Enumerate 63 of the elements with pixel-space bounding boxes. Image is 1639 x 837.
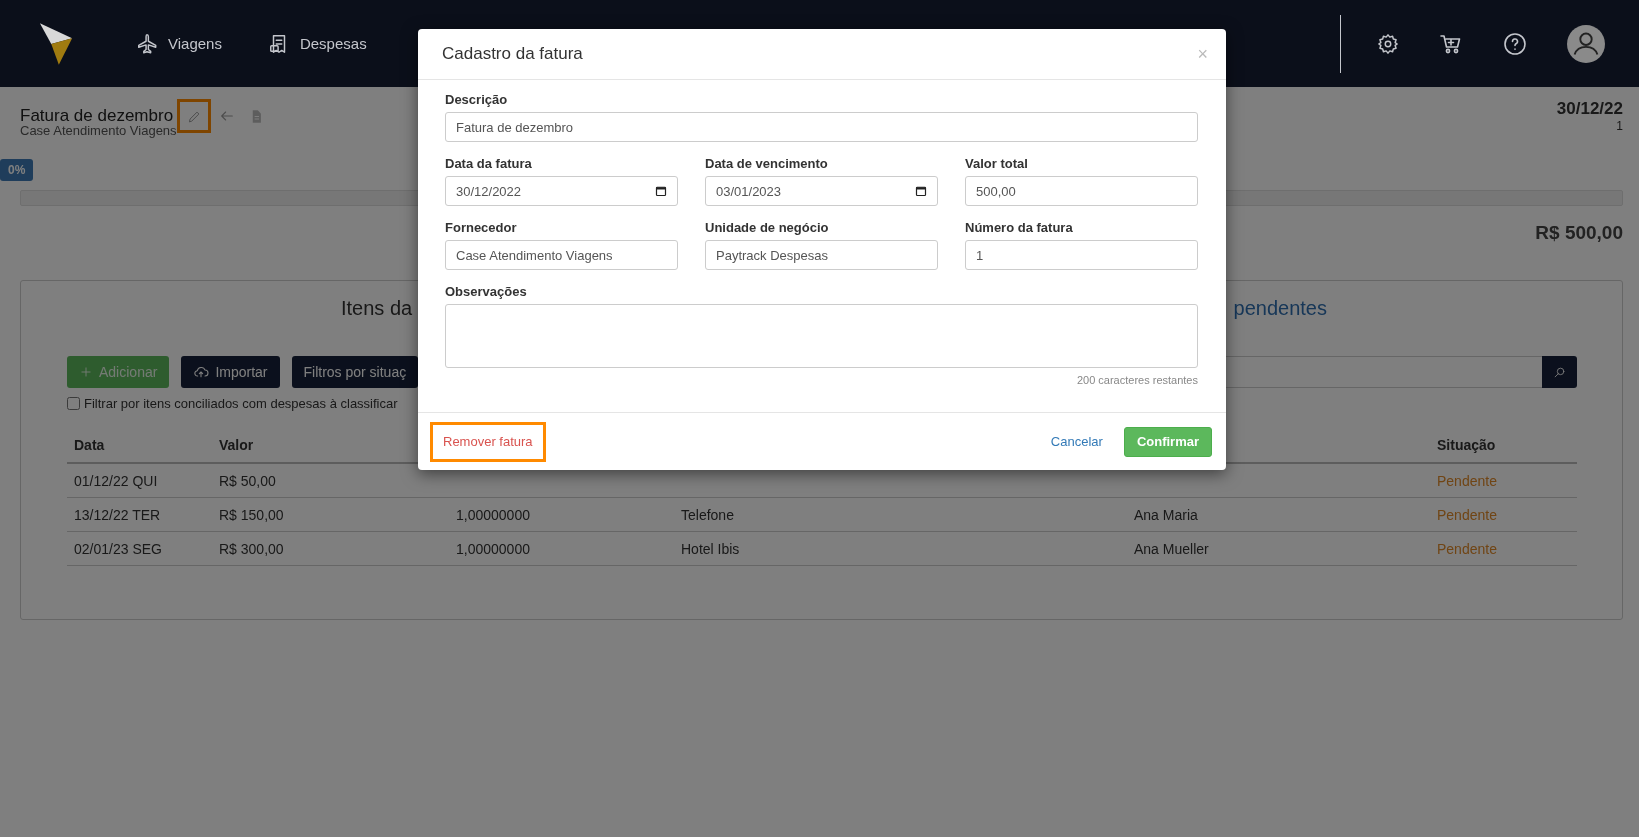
invoice-supplier: Case Atendimento Viagens [20,123,178,138]
invoice-title: Fatura de dezembro [20,106,174,126]
modal-title: Cadastro da fatura [442,44,583,64]
back-arrow-icon[interactable] [219,108,236,124]
date-field[interactable]: 30/12/2022 [445,176,678,206]
remove-invoice-button[interactable]: Remover fatura [430,421,546,462]
nav-link[interactable]: Viagens [136,32,222,55]
table-cell-text: 01/12/22 QUI [74,472,159,489]
status-text: Pendente [1437,540,1498,557]
invoice-number: 1 [1615,119,1623,133]
cloud-upload-icon [193,364,210,380]
field-label: Descrição [445,92,509,107]
field-label: Fornecedor [445,220,518,235]
help-icon[interactable] [1503,31,1527,56]
table-cell-text: 1,00000000 [456,540,531,557]
import-button[interactable]: Importar [181,356,280,388]
invoice-total: R$ 500,00 [1535,222,1623,243]
calendar-icon [655,185,667,197]
nav-link[interactable]: Despesas [267,32,367,55]
plus-icon [79,365,93,379]
field-label: Observações [445,284,528,299]
text-field[interactable]: Case Atendimento Viagens [445,240,678,270]
invoice-date: 30/12/22 [1556,99,1623,119]
textarea-field[interactable] [445,304,1198,368]
table-cell-text: R$ 300,00 [219,540,285,557]
character-counter: 200 caracteres restantes [1075,374,1198,386]
column-header: Situação [1437,436,1497,453]
table-cell-text: 02/01/23 SEG [74,540,163,557]
calendar-icon [915,185,927,197]
field-label: Data da fatura [445,156,533,171]
field-label: Data de vencimento [705,156,829,171]
checkbox-label: Filtrar por itens conciliados com despesas à classificar [84,396,398,411]
search-button[interactable] [1542,356,1577,388]
filter-button[interactable]: Filtros por situaç [291,356,419,388]
table-cell-text: Hotel Ibis [681,540,741,557]
column-header: Data [74,436,106,453]
status-text: Pendente [1437,506,1498,523]
progress-badge: 0% [0,159,34,181]
table-cell-text: 13/12/22 TER [74,506,162,523]
text-field[interactable]: 1 [965,240,1198,270]
field-label: Valor total [965,156,1029,171]
logo-icon [38,20,74,67]
date-field[interactable]: 03/01/2023 [705,176,938,206]
table-cell-text: R$ 150,00 [219,506,285,523]
airplane-icon [136,32,158,55]
field-label: Número da fatura [965,220,1074,235]
cancel-button[interactable]: Cancelar [1037,421,1116,462]
status-text: Pendente [1437,472,1498,489]
filter-checkbox[interactable] [67,397,80,410]
text-field[interactable]: Fatura de dezembro [445,112,1198,142]
table-cell-text: Ana Mueller [1134,540,1210,557]
table-cell-text: Ana Maria [1134,506,1199,523]
section-tab[interactable]: Itens da [341,297,413,320]
table-cell-text: 1,00000000 [456,506,531,523]
text-field[interactable]: 500,00 [965,176,1198,206]
settings-icon[interactable] [1377,32,1399,55]
text-field[interactable]: Paytrack Despesas [705,240,938,270]
field-label: Unidade de negócio [705,220,830,235]
avatar-icon[interactable] [1567,24,1605,63]
table-cell-text: R$ 50,00 [219,472,277,489]
search-icon [1553,365,1566,379]
edit-button[interactable] [177,99,212,133]
table-cell-text: Telefone [681,506,735,523]
